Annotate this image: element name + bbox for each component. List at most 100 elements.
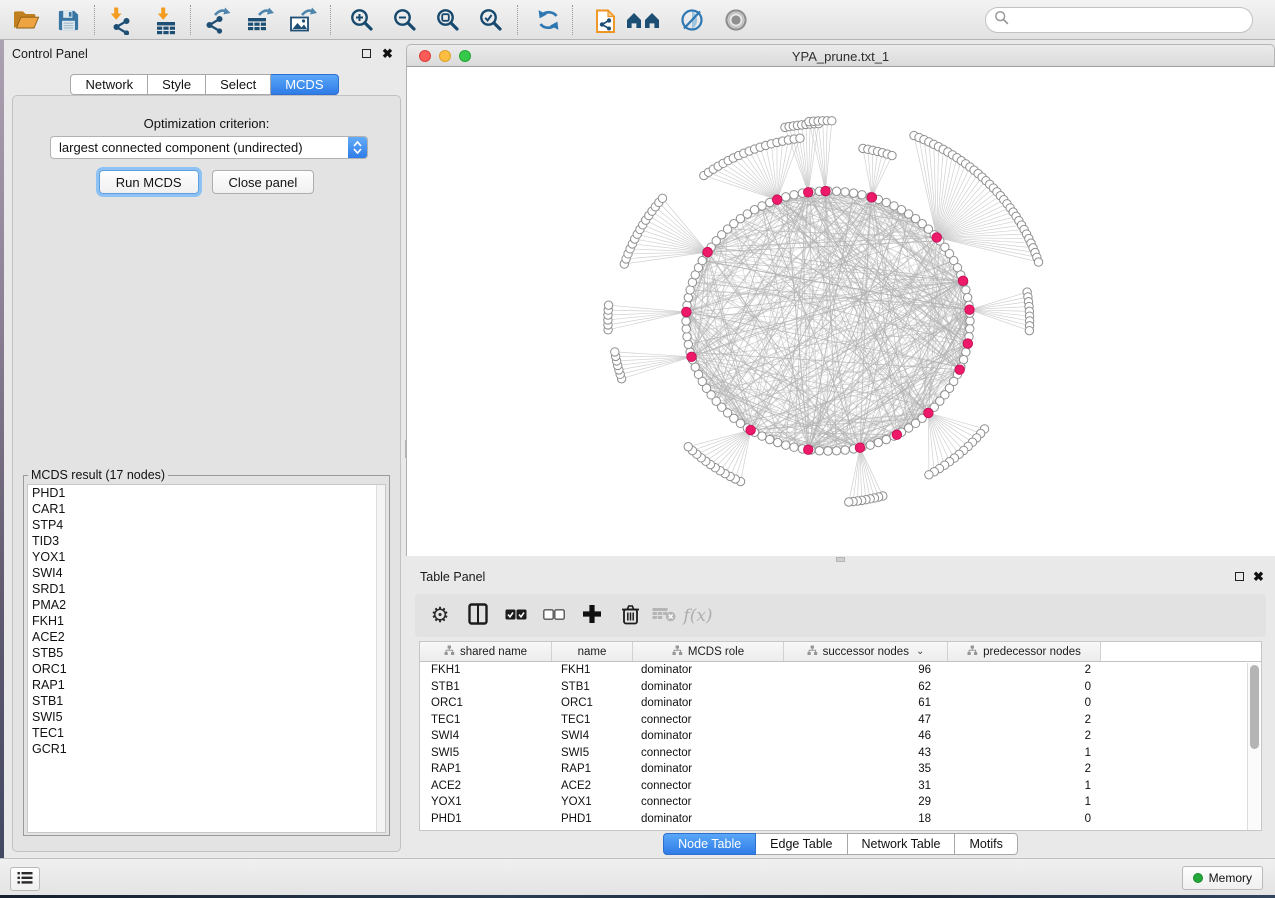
table-cell[interactable]: ACE2 bbox=[420, 780, 552, 792]
run-mcds-button[interactable]: Run MCDS bbox=[99, 170, 199, 194]
mcds-result-item[interactable]: STB1 bbox=[28, 693, 385, 709]
table-cell[interactable]: TEC1 bbox=[420, 714, 552, 726]
column-header-shared-name[interactable]: shared name bbox=[420, 642, 552, 661]
mcds-result-item[interactable]: TEC1 bbox=[28, 725, 385, 741]
network-view-canvas[interactable] bbox=[406, 67, 1275, 556]
table-cell[interactable]: ACE2 bbox=[552, 780, 633, 792]
mcds-result-item[interactable]: PMA2 bbox=[28, 597, 385, 613]
table-row[interactable]: PHD1PHD1dominator180 bbox=[420, 811, 1261, 828]
control-panel-float-button[interactable] bbox=[359, 46, 374, 61]
table-cell[interactable]: dominator bbox=[633, 681, 784, 693]
table-cell[interactable]: 46 bbox=[784, 730, 948, 742]
table-panel-close-button[interactable]: ✖ bbox=[1251, 569, 1266, 584]
table-cell[interactable]: RAP1 bbox=[552, 763, 633, 775]
table-cell[interactable]: PHD1 bbox=[552, 813, 633, 825]
table-cell[interactable]: SWI5 bbox=[420, 747, 552, 759]
delete-column-button[interactable] bbox=[613, 594, 647, 637]
table-panel-float-button[interactable] bbox=[1232, 569, 1247, 584]
mcds-result-item[interactable]: SWI4 bbox=[28, 565, 385, 581]
tab-network[interactable]: Network bbox=[70, 74, 148, 95]
mcds-result-item[interactable]: SRD1 bbox=[28, 581, 385, 597]
table-cell[interactable]: 61 bbox=[784, 697, 948, 709]
column-header-predecessor-nodes[interactable]: predecessor nodes bbox=[948, 642, 1101, 661]
task-history-button[interactable] bbox=[10, 867, 40, 891]
sort-chevron-icon[interactable]: ⌄ bbox=[916, 646, 924, 657]
horizontal-splitter[interactable] bbox=[406, 556, 1275, 563]
node-table-scrollbar[interactable] bbox=[1247, 663, 1260, 831]
table-cell[interactable]: dominator bbox=[633, 664, 784, 676]
export-network-button[interactable] bbox=[198, 3, 234, 37]
table-cell[interactable]: dominator bbox=[633, 763, 784, 775]
table-cell[interactable]: dominator bbox=[633, 813, 784, 825]
table-cell[interactable]: FKH1 bbox=[552, 664, 633, 676]
scrollbar-thumb[interactable] bbox=[1250, 665, 1259, 749]
table-row[interactable]: ORC1ORC1dominator610 bbox=[420, 695, 1261, 712]
table-cell[interactable]: connector bbox=[633, 747, 784, 759]
table-cell[interactable]: 47 bbox=[784, 714, 948, 726]
split-columns-button[interactable] bbox=[461, 594, 495, 637]
table-cell[interactable]: 1 bbox=[948, 780, 1101, 792]
table-cell[interactable]: connector bbox=[633, 780, 784, 792]
table-cell[interactable]: dominator bbox=[633, 697, 784, 709]
deselect-all-button[interactable] bbox=[537, 594, 571, 637]
table-row[interactable]: RAP1RAP1dominator352 bbox=[420, 761, 1261, 778]
table-cell[interactable]: 62 bbox=[784, 681, 948, 693]
table-cell[interactable]: 29 bbox=[784, 796, 948, 808]
mcds-result-item[interactable]: GCR1 bbox=[28, 741, 385, 757]
tab-motifs[interactable]: Motifs bbox=[955, 833, 1017, 855]
mcds-result-item[interactable]: STB5 bbox=[28, 645, 385, 661]
mcds-result-item[interactable]: ACE2 bbox=[28, 629, 385, 645]
table-cell[interactable]: 0 bbox=[948, 681, 1101, 693]
table-cell[interactable]: 2 bbox=[948, 664, 1101, 676]
table-cell[interactable]: 31 bbox=[784, 780, 948, 792]
network-window-titlebar[interactable]: YPA_prune.txt_1 bbox=[406, 44, 1275, 67]
column-header-name[interactable]: name bbox=[552, 642, 633, 661]
import-network-button[interactable] bbox=[102, 3, 138, 37]
table-cell[interactable]: 2 bbox=[948, 763, 1101, 775]
table-row[interactable]: YOX1YOX1connector291 bbox=[420, 794, 1261, 811]
table-cell[interactable]: YOX1 bbox=[552, 796, 633, 808]
table-cell[interactable]: 2 bbox=[948, 714, 1101, 726]
tab-mcds[interactable]: MCDS bbox=[271, 74, 338, 95]
import-table-button[interactable] bbox=[146, 3, 182, 37]
table-cell[interactable]: 35 bbox=[784, 763, 948, 775]
export-table-button[interactable] bbox=[241, 3, 277, 37]
table-cell[interactable]: STB1 bbox=[552, 681, 633, 693]
table-cell[interactable]: 0 bbox=[948, 813, 1101, 825]
mcds-result-item[interactable]: RAP1 bbox=[28, 677, 385, 693]
table-row[interactable]: ACE2ACE2connector311 bbox=[420, 778, 1261, 795]
mcds-result-item[interactable]: CAR1 bbox=[28, 501, 385, 517]
table-row[interactable]: TEC1TEC1connector472 bbox=[420, 712, 1261, 729]
table-row[interactable]: FKH1FKH1dominator962 bbox=[420, 662, 1261, 679]
network-graph[interactable] bbox=[407, 67, 1275, 556]
show-graphics-details-button[interactable] bbox=[718, 3, 754, 37]
zoom-selected-button[interactable] bbox=[473, 3, 509, 37]
mcds-result-item[interactable]: FKH1 bbox=[28, 613, 385, 629]
table-cell[interactable]: 1 bbox=[948, 796, 1101, 808]
tab-node-table[interactable]: Node Table bbox=[663, 833, 756, 855]
table-row[interactable]: STB1STB1dominator620 bbox=[420, 679, 1261, 696]
table-cell[interactable]: 2 bbox=[948, 730, 1101, 742]
splitter-grip[interactable] bbox=[836, 557, 845, 562]
table-cell[interactable]: 43 bbox=[784, 747, 948, 759]
table-row[interactable]: SWI4SWI4dominator462 bbox=[420, 728, 1261, 745]
table-cell[interactable]: 0 bbox=[948, 697, 1101, 709]
table-cell[interactable]: 18 bbox=[784, 813, 948, 825]
select-all-button[interactable] bbox=[499, 594, 533, 637]
birdseye-view-button[interactable] bbox=[626, 3, 662, 37]
optimization-criterion-select[interactable]: largest connected component (undirected) bbox=[50, 136, 368, 159]
add-column-button[interactable] bbox=[575, 594, 609, 637]
mcds-result-item[interactable]: YOX1 bbox=[28, 549, 385, 565]
table-cell[interactable]: ORC1 bbox=[552, 697, 633, 709]
memory-status-button[interactable]: Memory bbox=[1182, 866, 1263, 890]
open-session-button[interactable] bbox=[8, 3, 44, 37]
mcds-result-item[interactable]: ORC1 bbox=[28, 661, 385, 677]
column-header-MCDS-role[interactable]: MCDS role bbox=[633, 642, 784, 661]
function-builder-button[interactable]: f(x) bbox=[681, 594, 715, 637]
save-session-button[interactable] bbox=[50, 3, 86, 37]
close-panel-button[interactable]: Close panel bbox=[212, 170, 315, 194]
tab-style[interactable]: Style bbox=[148, 74, 206, 95]
table-cell[interactable]: FKH1 bbox=[420, 664, 552, 676]
table-cell[interactable]: PHD1 bbox=[420, 813, 552, 825]
clear-table-button[interactable] bbox=[647, 594, 681, 637]
